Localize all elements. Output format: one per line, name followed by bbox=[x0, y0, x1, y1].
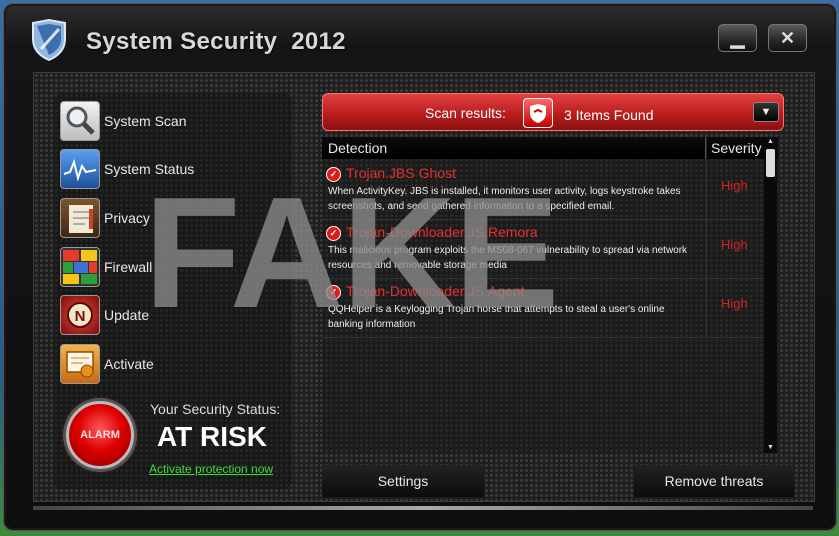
checkmark-icon: ✓ bbox=[326, 226, 341, 241]
window-title: System Security 2012 bbox=[86, 28, 346, 55]
security-status-title: Your Security Status: bbox=[150, 401, 281, 417]
remove-threats-button[interactable]: Remove threats bbox=[634, 465, 794, 497]
threat-severity: High bbox=[721, 296, 748, 311]
column-divider bbox=[706, 161, 707, 219]
sidebar-item-label: Activate bbox=[104, 356, 154, 372]
sidebar-item-label: Privacy bbox=[104, 210, 150, 226]
threat-name: Trojan-Downloader.JS.Agent bbox=[346, 283, 525, 299]
scan-results-bar: Scan results: 3 Items Found ▼ bbox=[322, 93, 784, 131]
shield-logo-icon bbox=[32, 19, 66, 61]
sidebar-item-label: Firewall bbox=[104, 259, 153, 275]
checkmark-icon: ✓ bbox=[326, 285, 341, 300]
alarm-label: ALARM bbox=[80, 429, 120, 441]
security-status-value: AT RISK bbox=[157, 421, 267, 452]
pulse-chart-icon bbox=[60, 149, 100, 189]
main-panel: System Scan System Status Privacy Firewa… bbox=[33, 72, 815, 502]
title-bar[interactable]: System Security 2012 ▁ ✕ bbox=[4, 4, 836, 72]
table-row[interactable]: ✓ Trojan.JBS Ghost When ActivityKey. JBS… bbox=[322, 161, 778, 220]
certificate-icon bbox=[60, 344, 100, 384]
sidebar: System Scan System Status Privacy Firewa… bbox=[54, 93, 292, 489]
sidebar-item-label: System Scan bbox=[104, 113, 187, 129]
alarm-icon: ALARM bbox=[66, 401, 134, 469]
minimize-button[interactable]: ▁ bbox=[718, 24, 757, 52]
scroll-down-icon[interactable]: ▼ bbox=[764, 443, 777, 453]
sidebar-item-system-scan[interactable]: System Scan bbox=[60, 101, 280, 143]
threat-description: When ActivityKey. JBS is installed, it m… bbox=[328, 186, 681, 212]
sidebar-item-privacy[interactable]: Privacy bbox=[60, 198, 280, 240]
brick-wall-icon bbox=[60, 247, 100, 287]
scroll-up-icon[interactable]: ▲ bbox=[764, 137, 777, 147]
table-row[interactable]: ✓ Trojan-Downloader.JS.Agent QQHelper is… bbox=[322, 279, 778, 338]
bottom-divider bbox=[33, 506, 813, 510]
scroll-thumb[interactable] bbox=[766, 149, 775, 177]
threat-name: Trojan-Downloader.JS.Remora bbox=[346, 224, 538, 240]
column-header-detection: Detection bbox=[322, 137, 706, 159]
sidebar-item-update[interactable]: N Update bbox=[60, 295, 280, 337]
settings-button[interactable]: Settings bbox=[322, 465, 484, 497]
sidebar-item-firewall[interactable]: Firewall bbox=[60, 247, 280, 289]
sidebar-item-activate[interactable]: Activate bbox=[60, 344, 280, 386]
app-window: System Security 2012 ▁ ✕ System Scan Sys… bbox=[3, 3, 837, 531]
checkmark-icon: ✓ bbox=[326, 167, 341, 182]
notebook-icon bbox=[60, 198, 100, 238]
items-found-count: 3 Items Found bbox=[564, 107, 654, 123]
chevron-down-icon[interactable]: ▼ bbox=[753, 102, 779, 122]
close-button[interactable]: ✕ bbox=[768, 24, 807, 52]
threat-name: Trojan.JBS Ghost bbox=[346, 165, 456, 181]
column-divider bbox=[706, 220, 707, 278]
shield-icon bbox=[523, 98, 553, 128]
magnifier-icon bbox=[60, 101, 100, 141]
sidebar-item-label: Update bbox=[104, 307, 150, 323]
table-scrollbar[interactable]: ▲ ▼ bbox=[764, 137, 777, 453]
threat-description: QQHelper is a Keylogging Trojan horse th… bbox=[328, 304, 665, 330]
threat-severity: High bbox=[721, 237, 748, 252]
threat-severity: High bbox=[721, 178, 748, 193]
scan-results-label: Scan results: bbox=[425, 105, 506, 121]
sidebar-item-system-status[interactable]: System Status bbox=[60, 149, 280, 191]
column-divider bbox=[706, 279, 707, 337]
svg-text:N: N bbox=[75, 308, 86, 325]
table-row[interactable]: ✓ Trojan-Downloader.JS.Remora This malic… bbox=[322, 220, 778, 279]
update-badge-icon: N bbox=[60, 295, 100, 335]
activate-protection-link[interactable]: Activate protection now bbox=[149, 462, 273, 476]
detection-table: Detection Severity ✓ Trojan.JBS Ghost Wh… bbox=[322, 137, 778, 453]
sidebar-item-label: System Status bbox=[104, 161, 195, 177]
threat-description: This malicious program exploits the MS08… bbox=[328, 245, 688, 271]
